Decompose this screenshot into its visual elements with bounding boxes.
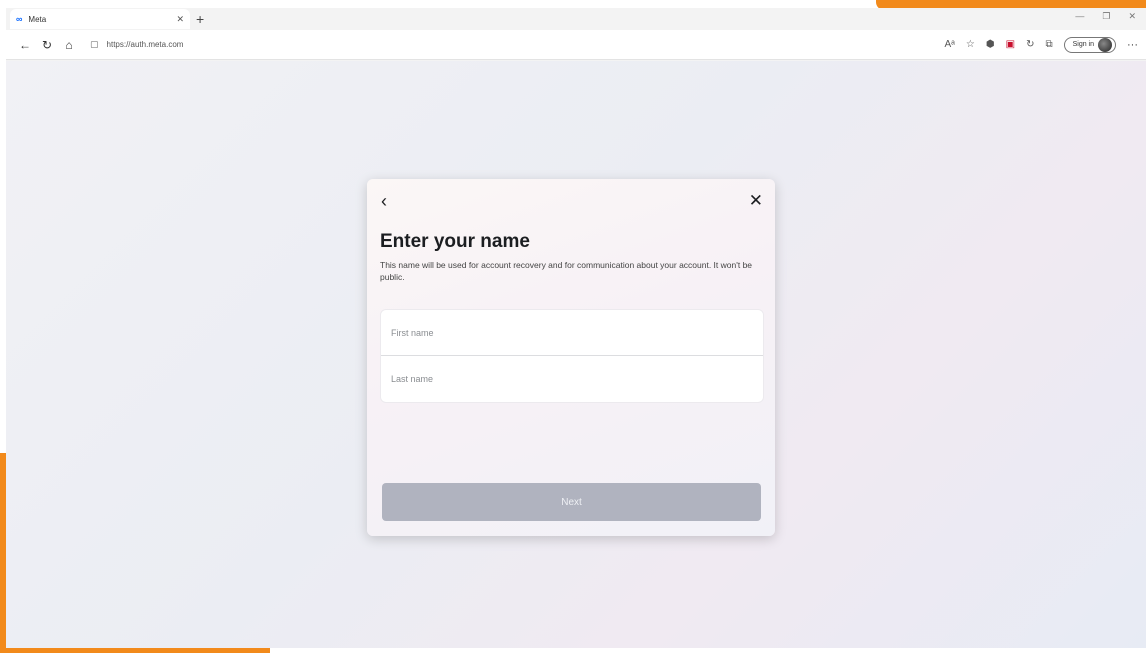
url-text: https://auth.meta.com — [106, 40, 184, 49]
refresh-extension-icon[interactable]: ↻ — [1026, 39, 1034, 50]
restore-icon[interactable]: ❐ — [1102, 11, 1110, 22]
browser-window: ∞ Meta ✕ + — ❐ ✕ ← ↻ ⌂ ▢ https://auth.me… — [6, 8, 1146, 648]
meta-logo-icon: ∞ — [16, 14, 23, 24]
orange-frame-bottom — [0, 648, 270, 653]
more-menu-icon[interactable]: ··· — [1127, 39, 1138, 51]
refresh-icon[interactable]: ↻ — [36, 38, 58, 52]
tab-meta[interactable]: ∞ Meta ✕ — [10, 9, 190, 29]
home-icon[interactable]: ⌂ — [58, 38, 80, 52]
address-bar[interactable]: ▢ https://auth.meta.com — [90, 34, 790, 56]
favorite-star-icon[interactable]: ☆ — [966, 39, 975, 50]
tab-title: Meta — [28, 14, 47, 24]
name-fields-group — [380, 309, 764, 403]
tab-close-icon[interactable]: ✕ — [176, 14, 184, 25]
sign-in-label: Sign in — [1072, 41, 1094, 48]
page-viewport: ‹ ✕ Enter your name This name will be us… — [6, 61, 1146, 648]
extension-red-icon[interactable]: ▣ — [1006, 39, 1015, 50]
dialog-title: Enter your name — [380, 231, 530, 252]
minimize-icon[interactable]: — — [1075, 11, 1084, 22]
sign-in-button[interactable]: Sign in — [1063, 36, 1116, 53]
dialog-back-icon[interactable]: ‹ — [381, 191, 387, 212]
back-arrow-icon[interactable]: ← — [14, 38, 36, 52]
enter-name-dialog: ‹ ✕ Enter your name This name will be us… — [367, 179, 775, 536]
last-name-input[interactable] — [381, 356, 763, 401]
tab-strip: ∞ Meta ✕ + — ❐ ✕ — [6, 8, 1146, 30]
window-close-icon[interactable]: ✕ — [1128, 11, 1136, 22]
page-info-icon[interactable]: ▢ — [90, 39, 99, 50]
window-controls: — ❐ ✕ — [1075, 11, 1136, 22]
browser-toolbar: ← ↻ ⌂ ▢ https://auth.meta.com Aᵃ ☆ ⬢ ▣ ↻… — [6, 30, 1146, 60]
new-tab-button[interactable]: + — [196, 11, 204, 27]
next-button[interactable]: Next — [382, 483, 761, 521]
first-name-input[interactable] — [381, 310, 763, 355]
extension-icon[interactable]: ⬢ — [986, 39, 995, 50]
avatar — [1098, 37, 1112, 52]
read-aloud-icon[interactable]: Aᵃ — [945, 39, 955, 50]
dialog-description: This name will be used for account recov… — [380, 260, 753, 282]
collections-icon[interactable]: ⧉ — [1045, 39, 1052, 50]
toolbar-right: Aᵃ ☆ ⬢ ▣ ↻ ⧉ Sign in ··· — [945, 36, 1138, 53]
dialog-close-icon[interactable]: ✕ — [749, 191, 763, 211]
